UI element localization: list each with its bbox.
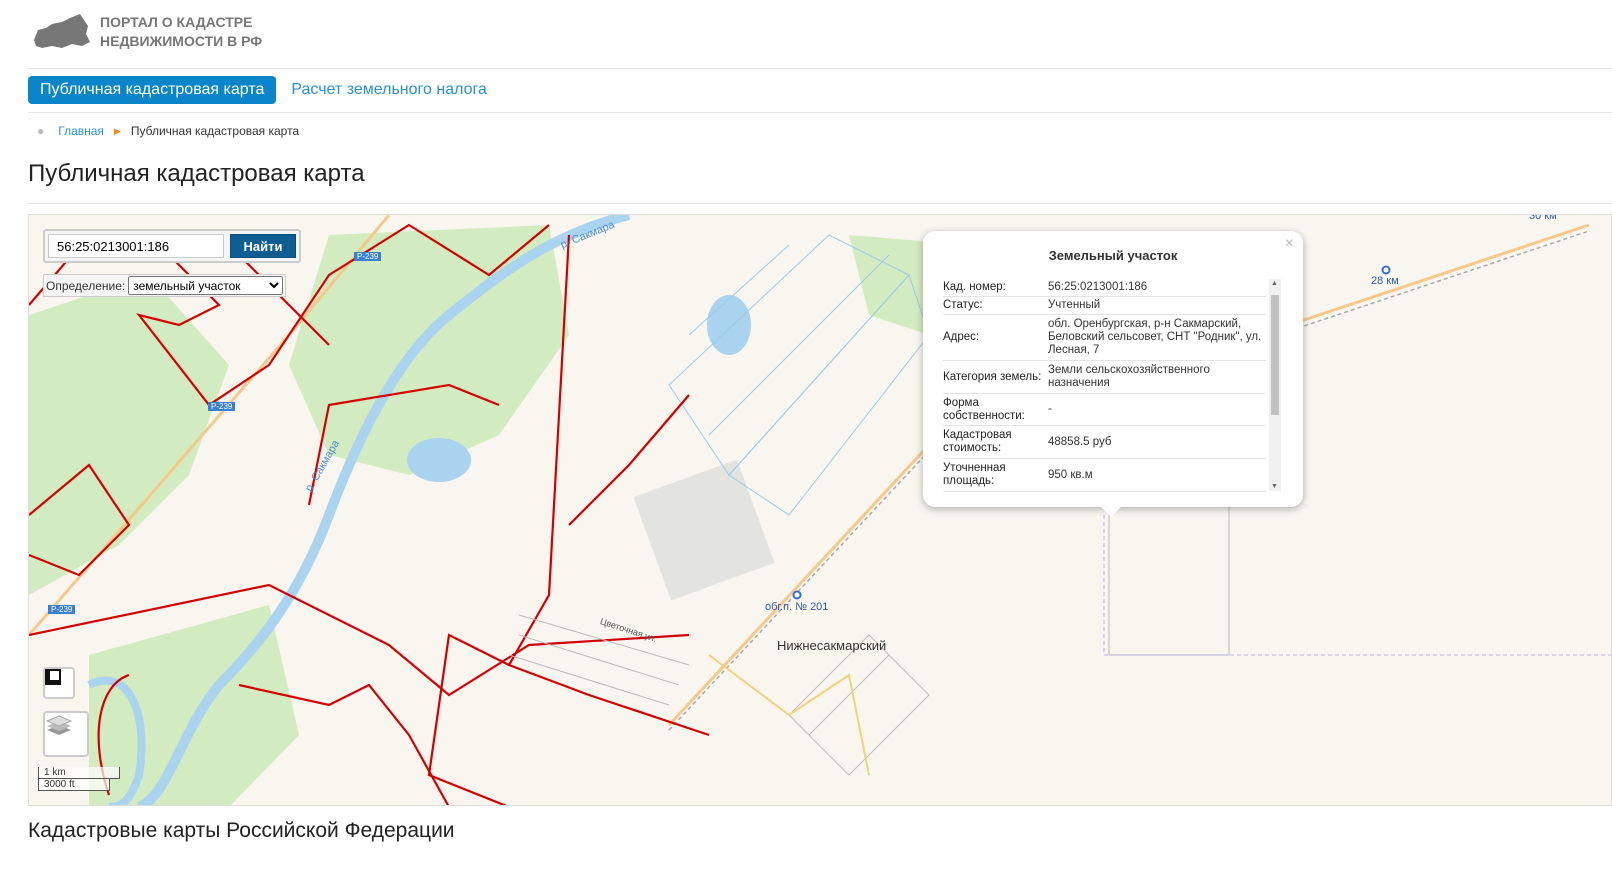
label-stop: обг.п. № 201 <box>765 601 829 613</box>
divider <box>28 203 1612 204</box>
label-road: Р-239 <box>48 605 76 614</box>
measure-button[interactable] <box>43 667 75 699</box>
table-row: Статус: Учтенный <box>943 297 1266 315</box>
table-row: Уточненная площадь: 950 кв.м <box>943 459 1266 492</box>
row-key: Кадастровая стоимость: <box>943 429 1012 454</box>
lake <box>407 438 471 482</box>
main-nav: Публичная кадастровая карта Расчет земел… <box>28 76 487 104</box>
scale-bar: 1 km 3000 ft <box>38 767 120 791</box>
breadcrumb-home[interactable]: Главная <box>58 124 104 138</box>
find-button[interactable]: Найти <box>230 234 296 258</box>
search-box: Найти <box>43 229 301 263</box>
breadcrumb-current: Публичная кадастровая карта <box>130 124 300 138</box>
logo-line-2: НЕДВИЖИМОСТИ В РФ <box>100 33 263 49</box>
table-row: Категория земель: Земли сельскохозяйствен… <box>943 361 1266 394</box>
cadastral-number-input[interactable] <box>48 234 224 258</box>
popup-title: Земельный участок <box>1048 248 1178 263</box>
ruler-icon <box>45 669 61 685</box>
popup-scrollbar[interactable]: ▲ ▼ <box>1269 279 1281 491</box>
parcel-info-table: Кад. номер: 56:25:0213001:186 Статус: Учте… <box>943 279 1266 492</box>
row-value: Учтенный <box>1048 299 1101 311</box>
label-km-28: 28 км <box>1371 275 1399 287</box>
table-row: Кад. номер: 56:25:0213001:186 <box>943 279 1266 297</box>
row-key: Адрес: <box>943 331 980 343</box>
russia-map-icon <box>34 14 90 48</box>
row-key: Уточненная площадь: <box>943 462 1006 487</box>
map-canvas <box>29 215 1611 805</box>
divider <box>28 112 1612 113</box>
location-pin-icon: ● <box>37 124 45 138</box>
section-title: Кадастровые карты Российской Федерации <box>28 819 455 842</box>
forest-areas <box>29 225 969 805</box>
row-key: Кад. номер: <box>943 281 1006 293</box>
layers-icon <box>45 715 73 735</box>
parcel-info-popup: × Земельный участок Кад. номер: 56:25:021… <box>923 231 1303 517</box>
divider <box>28 68 1612 69</box>
close-icon[interactable]: × <box>1285 235 1294 253</box>
table-row: Кадастровая стоимость: 48858.5 руб <box>943 426 1266 459</box>
nav-public-map[interactable]: Публичная кадастровая карта <box>28 76 277 104</box>
label-road: Р-239 <box>354 252 382 261</box>
site-logo[interactable]: ПОРТАЛ О КАДАСТРЕ НЕДВИЖИМОСТИ В РФ <box>32 12 262 52</box>
scroll-up-icon[interactable]: ▲ <box>1271 280 1278 287</box>
row-value: 48858.5 руб <box>1048 435 1112 448</box>
page-title: Публичная кадастровая карта <box>28 160 365 187</box>
row-value: Земли сельскохозяйственного назначения <box>1048 364 1210 389</box>
table-row: Форма собственности: - <box>943 394 1266 426</box>
definition-box: Определение: земельный участок <box>43 274 287 297</box>
row-value: 950 кв.м <box>1048 468 1093 481</box>
scrollbar-thumb[interactable] <box>1271 295 1279 415</box>
row-value: обл. Оренбургская, р-н Сакмарский, Белов… <box>1048 318 1262 356</box>
row-key: Статус: <box>943 299 983 311</box>
label-village: Нижнесакмарский <box>777 638 887 653</box>
row-key: Форма собственности: <box>943 396 1025 422</box>
nav-land-tax[interactable]: Расчет земельного налога <box>291 81 487 99</box>
label-road: Р-239 <box>208 402 236 411</box>
cadastral-map[interactable]: р. Сакмара р. Сакмара Р-239 Р-239 Р-239 … <box>28 214 1612 806</box>
row-value: 56:25:0213001:186 <box>1048 281 1148 293</box>
scroll-down-icon[interactable]: ▼ <box>1271 483 1278 490</box>
definition-select[interactable]: земельный участок <box>128 276 284 295</box>
breadcrumb-arrow-icon: ▶ <box>113 125 121 136</box>
scale-km: 1 km <box>38 767 120 779</box>
km-marker-icon <box>1381 265 1391 275</box>
row-value: - <box>1048 403 1052 415</box>
table-row: Адрес: обл. Оренбургская, р-н Сакмарский,… <box>943 315 1266 361</box>
layers-button[interactable] <box>43 711 89 757</box>
definition-label: Определение: <box>46 278 126 293</box>
label-km-30: 30 км <box>1529 214 1557 222</box>
scale-ft: 3000 ft <box>38 779 110 791</box>
row-key: Категория земель: <box>943 370 1042 383</box>
stop-icon <box>792 590 802 600</box>
logo-line-1: ПОРТАЛ О КАДАСТРЕ <box>100 14 253 30</box>
breadcrumb: ● Главная ▶ Публичная кадастровая карта <box>37 124 299 138</box>
